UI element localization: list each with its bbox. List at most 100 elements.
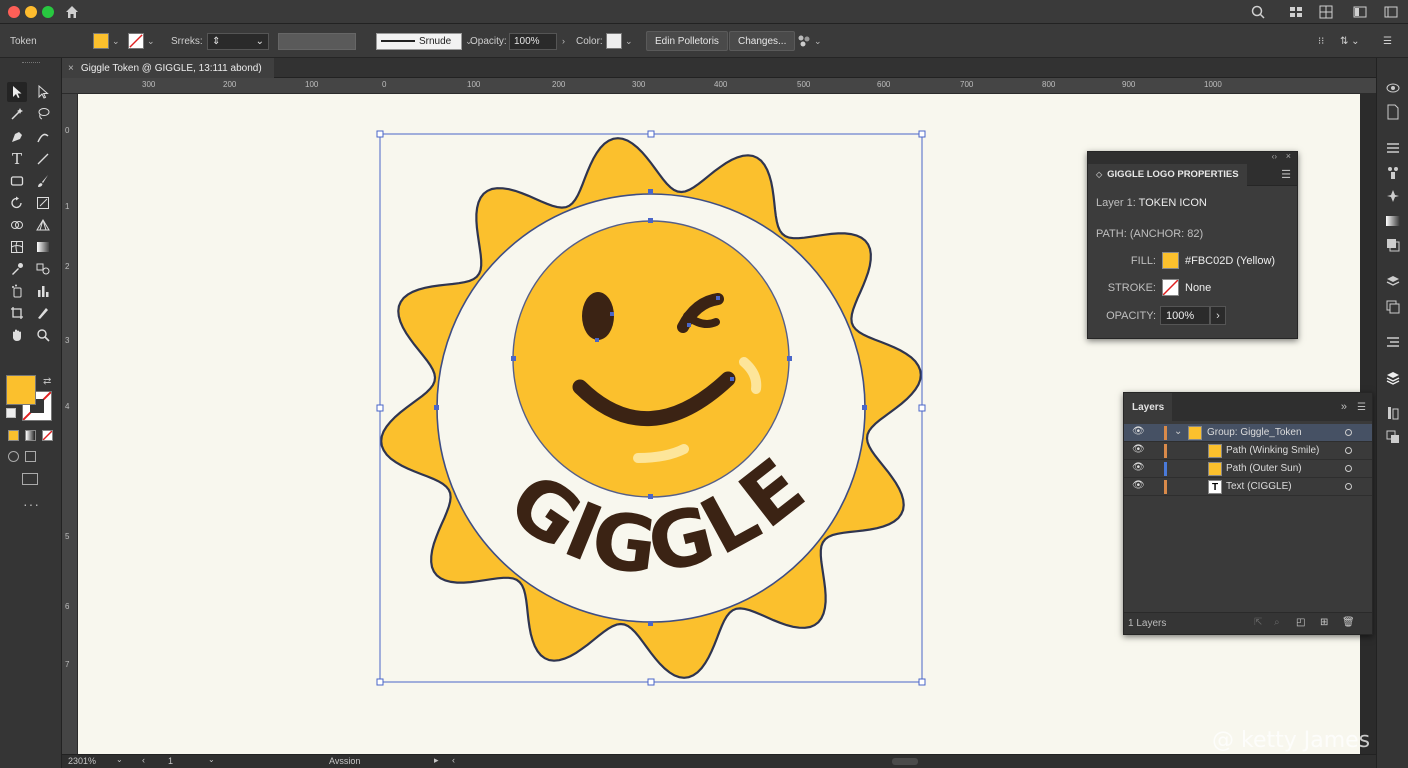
workspace-grid-icon[interactable] bbox=[1288, 4, 1304, 20]
paintbrush-tool[interactable] bbox=[33, 171, 53, 191]
visibility-eye-icon[interactable]: 👁 bbox=[1132, 426, 1145, 437]
direct-selection-tool[interactable] bbox=[33, 82, 53, 102]
lasso-tool[interactable] bbox=[33, 104, 53, 124]
line-segment-tool[interactable] bbox=[33, 149, 53, 169]
target-circle-icon[interactable] bbox=[1345, 429, 1352, 436]
close-panel-icon[interactable]: × bbox=[1286, 151, 1291, 161]
stepper-icon[interactable]: ⇕ bbox=[212, 36, 220, 47]
pathfinder-icon[interactable] bbox=[1385, 429, 1401, 445]
document-info-icon[interactable] bbox=[1385, 104, 1401, 120]
layer-row[interactable]: 👁 T Text (CIGGLE) bbox=[1124, 478, 1372, 496]
target-circle-icon[interactable] bbox=[1345, 483, 1352, 490]
slice-tool[interactable] bbox=[33, 303, 53, 323]
zoom-tool[interactable] bbox=[33, 325, 53, 345]
mesh-tool[interactable] bbox=[7, 237, 27, 257]
blend-tool[interactable] bbox=[33, 259, 53, 279]
layers-panel-tab[interactable]: Layers bbox=[1124, 393, 1173, 421]
visibility-eye-icon[interactable]: 👁 bbox=[1132, 462, 1145, 473]
visibility-eye-icon[interactable]: 👁 bbox=[1132, 444, 1145, 455]
close-tab-icon[interactable]: × bbox=[68, 63, 74, 74]
search-icon[interactable] bbox=[1250, 4, 1266, 20]
chevron-down-icon[interactable]: ⌄ bbox=[256, 36, 264, 47]
align-icon[interactable]: ⁝⁝ bbox=[1318, 24, 1324, 58]
artboard-prev-icon[interactable]: ‹ bbox=[142, 755, 145, 765]
chevron-down-icon[interactable]: ⌄ bbox=[116, 755, 123, 764]
layer-row[interactable]: 👁 Path (Outer Sun) bbox=[1124, 460, 1372, 478]
none-mode-icon[interactable] bbox=[42, 430, 53, 441]
export-icon[interactable]: ⇱ bbox=[1254, 617, 1262, 628]
properties-list-icon[interactable] bbox=[1385, 140, 1401, 156]
home-icon[interactable] bbox=[64, 4, 80, 20]
chevron-down-icon[interactable]: ⌄ bbox=[208, 755, 215, 764]
chevron-right-icon[interactable]: › bbox=[1210, 306, 1226, 325]
shape-builder-tool[interactable] bbox=[7, 215, 27, 235]
horizontal-scrollbar-thumb[interactable] bbox=[892, 758, 918, 765]
opacity-field[interactable]: 100% › bbox=[509, 24, 565, 58]
no-stroke-icon[interactable] bbox=[128, 33, 144, 49]
stroke-none-swatch[interactable] bbox=[1162, 279, 1179, 296]
delete-layer-icon[interactable]: 🗑 bbox=[1342, 617, 1355, 628]
edit-pattern-button[interactable]: Edin Polletoris bbox=[646, 31, 728, 51]
changes-button[interactable]: Changes... bbox=[729, 31, 796, 51]
draw-normal-icon[interactable] bbox=[8, 451, 19, 462]
status-menu-arrow[interactable]: ▸ bbox=[434, 755, 439, 766]
pen-tool[interactable] bbox=[7, 127, 27, 147]
locate-object-icon[interactable]: ⌕ bbox=[1274, 617, 1280, 628]
transform-icon[interactable]: ⇅ ⌄ bbox=[1340, 24, 1360, 58]
perspective-grid-tool[interactable] bbox=[33, 215, 53, 235]
artboards-icon[interactable] bbox=[1385, 299, 1401, 315]
gradient-panel-icon[interactable] bbox=[1385, 213, 1401, 229]
default-colors-icon[interactable] bbox=[6, 408, 16, 418]
target-circle-icon[interactable] bbox=[1345, 447, 1352, 454]
visibility-eye-icon[interactable]: 👁 bbox=[1132, 480, 1145, 491]
stroke-swatch-dropdown[interactable]: ⌄ bbox=[128, 24, 155, 58]
gradient-tool[interactable] bbox=[33, 237, 53, 257]
zoom-level[interactable]: 2301% bbox=[68, 756, 96, 766]
rotate-tool[interactable] bbox=[7, 193, 27, 213]
rectangle-tool[interactable] bbox=[7, 171, 27, 191]
make-clipping-mask-icon[interactable]: ◰ bbox=[1296, 617, 1305, 628]
eyedropper-tool[interactable] bbox=[7, 259, 27, 279]
layers-stack-icon[interactable] bbox=[1385, 274, 1401, 290]
collapse-panel-icon[interactable]: ‹› bbox=[1272, 152, 1277, 161]
opacity-field[interactable]: 100% bbox=[1160, 306, 1210, 325]
panel-grip[interactable]: ‹› × bbox=[1088, 151, 1297, 164]
fill-color-swatch[interactable] bbox=[1162, 252, 1179, 269]
layer-row[interactable]: 👁 Path (Winking Smile) bbox=[1124, 442, 1372, 460]
libraries-icon[interactable] bbox=[1385, 405, 1401, 421]
align-panel-icon[interactable] bbox=[1385, 334, 1401, 350]
draw-behind-icon[interactable] bbox=[25, 451, 36, 462]
properties-panel-tab[interactable]: ◇ GIGGLE LOGO PROPERTIES bbox=[1088, 163, 1247, 186]
fill-swatch-dropdown[interactable]: ⌄ bbox=[93, 24, 120, 58]
appearance-icon[interactable] bbox=[1385, 80, 1401, 96]
document-tab[interactable]: × Giggle Token @ GIGGLE, 13:111 abond) bbox=[62, 58, 274, 78]
brush-definition-dropdown[interactable]: Srnude ⌄ bbox=[376, 24, 473, 58]
variable-width-profile[interactable] bbox=[278, 24, 356, 58]
type-tool[interactable]: T bbox=[7, 149, 27, 169]
fill-color-box[interactable] bbox=[6, 375, 36, 405]
gradient-mode-icon[interactable] bbox=[25, 430, 36, 441]
target-circle-icon[interactable] bbox=[1345, 465, 1352, 472]
hand-tool[interactable] bbox=[7, 325, 27, 345]
minimize-window-button[interactable] bbox=[25, 6, 37, 18]
chevron-down-icon[interactable]: ⌄ bbox=[1174, 426, 1182, 437]
artboard-number[interactable]: 1 bbox=[168, 756, 173, 766]
layers-menu-icon[interactable]: ☰ bbox=[1357, 402, 1366, 413]
opacity-value[interactable]: 100% bbox=[509, 32, 557, 50]
zoom-window-button[interactable] bbox=[42, 6, 54, 18]
chevron-right-icon[interactable]: › bbox=[562, 36, 565, 46]
transparency-icon[interactable] bbox=[1385, 237, 1401, 253]
close-window-button[interactable] bbox=[8, 6, 20, 18]
swap-fill-stroke-icon[interactable]: ⇄ bbox=[43, 376, 51, 387]
symbols-icon[interactable] bbox=[1385, 188, 1401, 204]
column-graph-tool[interactable] bbox=[33, 281, 53, 301]
stroke-weight-field[interactable]: ⇕ ⌄ bbox=[207, 24, 269, 58]
color-mode-icon[interactable] bbox=[8, 430, 19, 441]
selection-tool[interactable] bbox=[7, 82, 27, 102]
layer-row[interactable]: 👁 ⌄ Group: Giggle_Token bbox=[1124, 424, 1372, 442]
symbol-sprayer-tool[interactable] bbox=[7, 281, 27, 301]
recolor-artwork-button[interactable]: ⌄ bbox=[797, 24, 822, 58]
new-sublayer-icon[interactable]: ⊞ bbox=[1320, 617, 1328, 628]
more-tools-icon[interactable]: ··· bbox=[23, 496, 40, 512]
panel-toggle-icon[interactable] bbox=[1383, 4, 1399, 20]
